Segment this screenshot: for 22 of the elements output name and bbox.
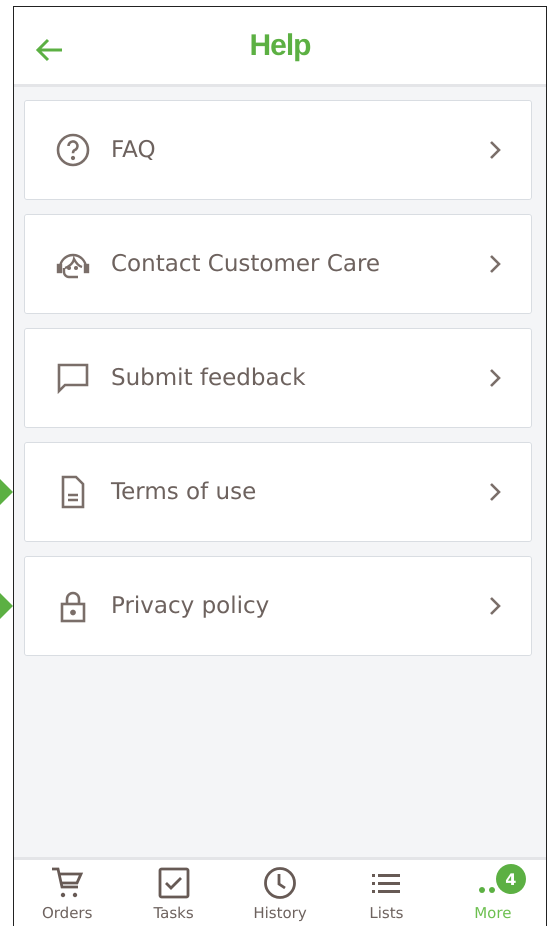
nav-tab[interactable]: History <box>226 860 334 926</box>
page-title: Help <box>249 28 310 62</box>
menu-item[interactable]: FAQ <box>24 100 532 200</box>
more-icon <box>478 887 497 893</box>
chevron-right-icon <box>489 254 501 274</box>
back-arrow-icon[interactable] <box>34 37 64 63</box>
nav-tab[interactable]: Lists <box>333 860 440 926</box>
cart-icon <box>50 866 84 900</box>
clock-icon <box>263 866 298 900</box>
chevron-right-icon <box>489 368 501 388</box>
chevron-right-icon <box>489 482 501 502</box>
question-icon <box>55 132 91 168</box>
count-badge: 4 <box>496 864 526 894</box>
nav-tab[interactable]: Orders <box>14 860 120 926</box>
menu-item[interactable]: Contact Customer Care <box>24 214 532 314</box>
menu-item[interactable]: Privacy policy <box>24 556 532 656</box>
nav-tab[interactable]: Tasks <box>120 860 227 926</box>
menu-item[interactable]: Terms of use <box>24 442 532 542</box>
chevron-right-icon <box>489 140 501 160</box>
checkbox-icon <box>156 866 191 900</box>
menu-item[interactable]: Submit feedback <box>24 328 532 428</box>
chevron-right-icon <box>489 596 501 616</box>
